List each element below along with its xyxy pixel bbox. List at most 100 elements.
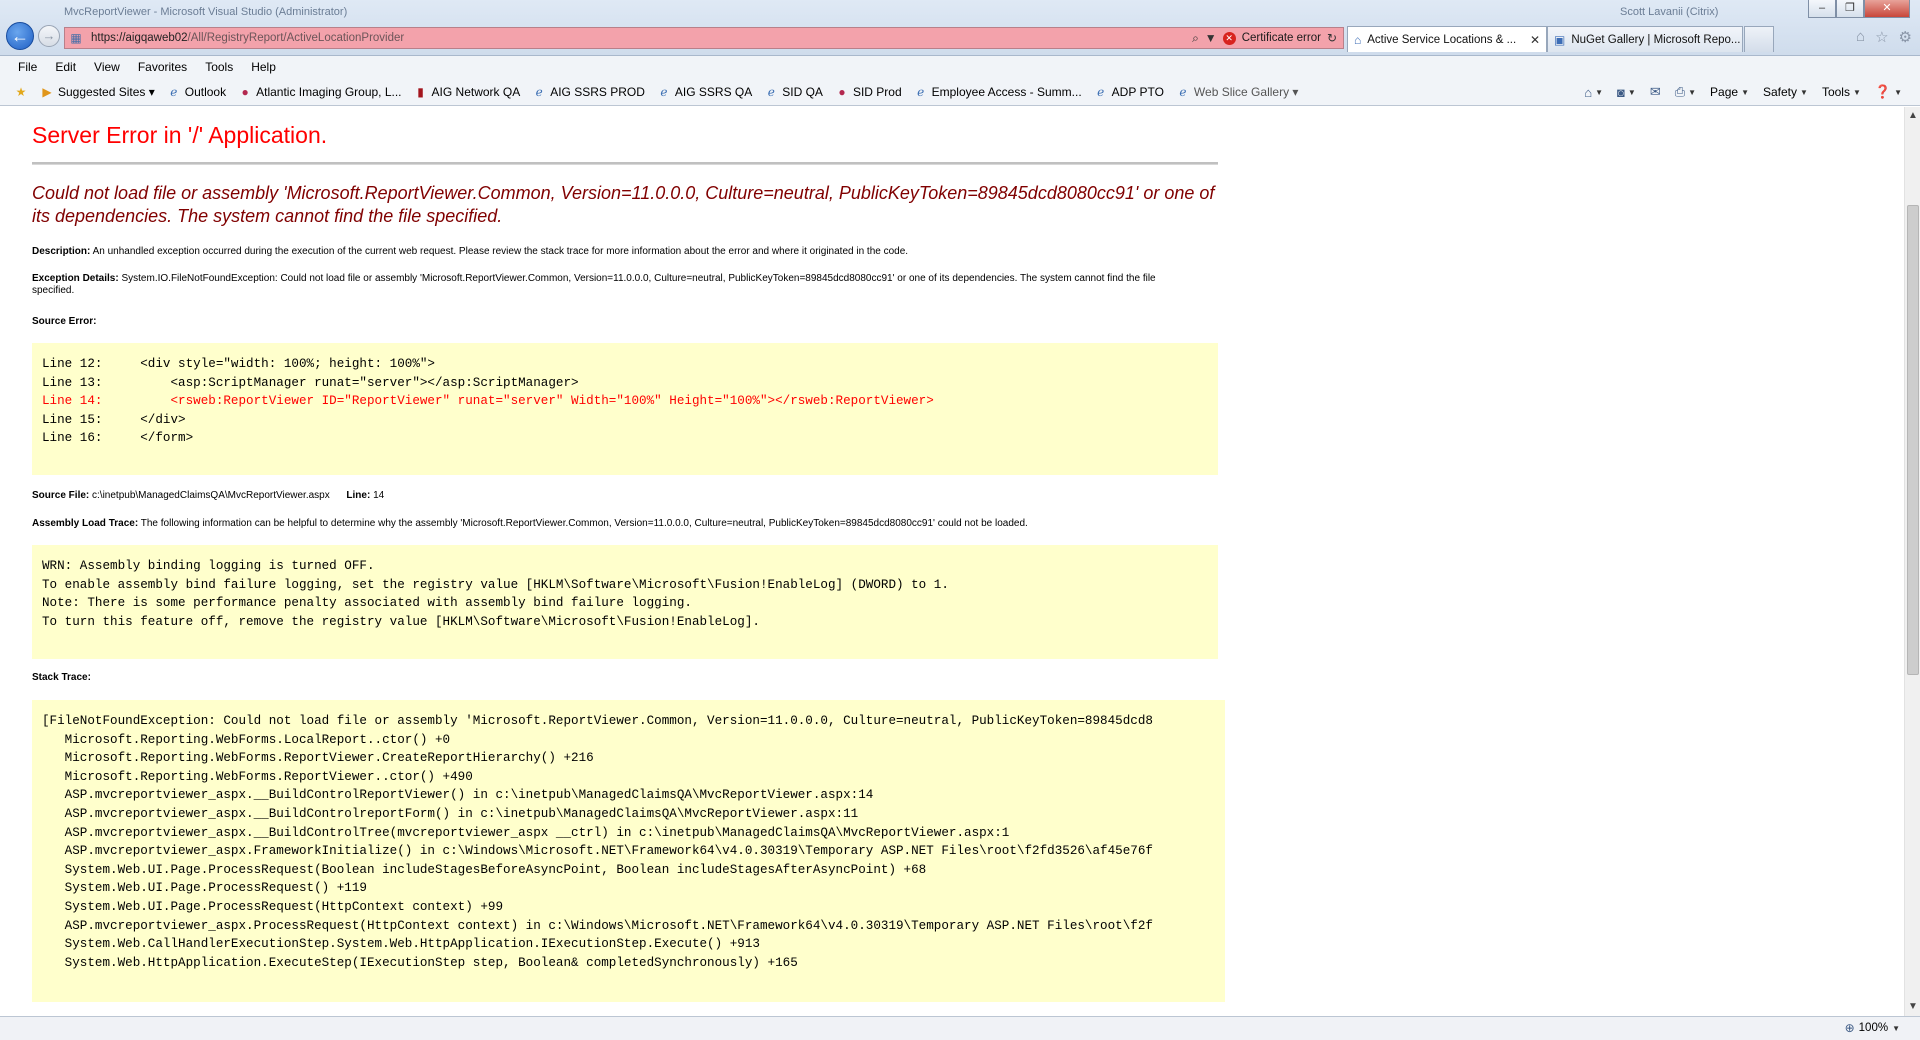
fav-employee-access[interactable]: ℯ Employee Access - Summ...: [914, 85, 1082, 99]
menu-help[interactable]: Help: [251, 60, 276, 74]
safety-menu-button[interactable]: Safety ▼: [1763, 85, 1808, 99]
new-tab-button[interactable]: [1744, 26, 1774, 52]
fav-sid-qa[interactable]: ℯ SID QA: [764, 85, 823, 99]
menu-tools[interactable]: Tools: [205, 60, 233, 74]
exception-text: System.IO.FileNotFoundException: Could n…: [32, 273, 1156, 296]
certificate-error-label[interactable]: Certificate error: [1242, 32, 1321, 44]
mail-button[interactable]: ✉: [1650, 84, 1661, 100]
stack-line: System.Web.UI.Page.ProcessRequest() +119: [42, 881, 367, 896]
assembly-trace-code: WRN: Assembly binding logging is turned …: [42, 557, 1208, 631]
scroll-down-arrow-icon[interactable]: ▼: [1905, 998, 1920, 1016]
arrow-left-icon: ←: [11, 26, 29, 46]
stack-line: System.Web.CallHandlerExecutionStep.Syst…: [42, 937, 760, 952]
title-divider: [32, 162, 1218, 165]
stack-line: System.Web.UI.Page.ProcessRequest(HttpCo…: [42, 899, 504, 914]
vertical-scrollbar[interactable]: ▲ ▼: [1904, 107, 1920, 1016]
stack-trace-box: [FileNotFoundException: Could not load f…: [32, 700, 1225, 1002]
zoom-level: 100%: [1858, 1022, 1889, 1034]
scroll-thumb[interactable]: [1907, 205, 1919, 675]
source-file-path: c:\inetpub\ManagedClaimsQA\MvcReportView…: [92, 490, 330, 501]
fav-aig-ssrs-prod[interactable]: ℯ AIG SSRS PROD: [532, 85, 645, 99]
certificate-error-icon[interactable]: ✕: [1222, 31, 1236, 45]
fav-aig-ssrs-qa[interactable]: ℯ AIG SSRS QA: [657, 85, 752, 99]
close-window-button[interactable]: ✕: [1864, 0, 1910, 18]
source-line: Line 16: </form>: [42, 431, 194, 446]
menu-edit[interactable]: Edit: [55, 60, 76, 74]
menu-file[interactable]: File: [18, 60, 37, 74]
stack-line: ASP.mvcreportviewer_aspx.__BuildControlR…: [42, 788, 874, 803]
address-url[interactable]: https://aigqaweb02/All/RegistryReport/Ac…: [91, 32, 404, 44]
suggested-sites-icon: ▶: [42, 84, 52, 99]
exception-label: Exception Details:: [32, 273, 119, 284]
stack-line: Microsoft.Reporting.WebForms.ReportViewe…: [42, 769, 473, 784]
source-file-paragraph: Source File: c:\inetpub\ManagedClaimsQA\…: [32, 490, 1192, 502]
stack-line: ASP.mvcreportviewer_aspx.__BuildControlT…: [42, 825, 1010, 840]
window-user: Scott Lavanii (Citrix): [1620, 6, 1719, 18]
arrow-right-icon: →: [42, 28, 56, 43]
bookmark-icon: ▮: [417, 84, 424, 99]
help-menu-button[interactable]: ❓ ▼: [1875, 84, 1902, 100]
rss-icon: ◙: [1617, 84, 1625, 100]
exception-paragraph: Exception Details: System.IO.FileNotFoun…: [32, 273, 1192, 297]
menu-view[interactable]: View: [94, 60, 120, 74]
tab-label: NuGet Gallery | Microsoft Repo...: [1571, 33, 1741, 46]
star-icon[interactable]: ☆: [1875, 28, 1888, 46]
home-button[interactable]: ⌂ ▼: [1584, 85, 1603, 100]
close-icon[interactable]: ✕: [1530, 33, 1540, 47]
zoom-control[interactable]: ⊕ 100% ▼: [1845, 1021, 1900, 1035]
source-file-label: Source File:: [32, 490, 90, 501]
source-line-highlighted: Line 14: <rsweb:ReportViewer ID="ReportV…: [42, 394, 934, 409]
stack-line: ASP.mvcreportviewer_aspx.FrameworkInitia…: [42, 844, 1153, 859]
source-line: Line 15: </div>: [42, 412, 186, 427]
tab-label: Active Service Locations & ...: [1367, 33, 1517, 46]
fav-sid-prod[interactable]: ● SID Prod: [835, 84, 901, 99]
print-button[interactable]: ⎙ ▼: [1675, 84, 1696, 100]
refresh-icon[interactable]: ↻: [1327, 31, 1337, 45]
page-menu-button[interactable]: Page ▼: [1710, 85, 1749, 99]
chevron-down-icon[interactable]: ▼: [1205, 31, 1217, 45]
address-bar[interactable]: ▦ https://aigqaweb02/All/RegistryReport/…: [64, 27, 1344, 49]
gear-icon[interactable]: ⚙: [1899, 28, 1912, 46]
command-bar: ⌂ ▼ ◙ ▼ ✉ ⎙ ▼ Page ▼ Safety ▼ Tools ▼ ❓ ▼: [1584, 78, 1902, 106]
trace-line: To enable assembly bind failure logging,…: [42, 577, 949, 592]
chevron-down-icon: ▼: [1741, 87, 1749, 97]
search-icon[interactable]: ⌕: [1192, 31, 1199, 46]
tools-menu-button[interactable]: Tools ▼: [1822, 85, 1861, 99]
stack-line: ASP.mvcreportviewer_aspx.__BuildControlr…: [42, 806, 859, 821]
description-paragraph: Description: An unhandled exception occu…: [32, 246, 1192, 258]
description-label: Description:: [32, 246, 91, 257]
source-code: Line 12: <div style="width: 100%; height…: [42, 355, 1208, 448]
fav-adp-pto[interactable]: ℯ ADP PTO: [1094, 85, 1164, 99]
menu-favorites[interactable]: Favorites: [138, 60, 187, 74]
minimize-button[interactable]: –: [1808, 0, 1836, 18]
tab-active-service-locations[interactable]: ⌂ Active Service Locations & ... ✕: [1347, 26, 1547, 52]
chevron-down-icon: ▼: [1595, 87, 1604, 97]
source-error-box: Line 12: <div style="width: 100%; height…: [32, 343, 1218, 475]
scroll-up-arrow-icon[interactable]: ▲: [1905, 107, 1920, 125]
globe-icon: ●: [838, 84, 846, 99]
favorites-star[interactable]: ★: [14, 85, 28, 99]
fav-web-slice-gallery[interactable]: ℯ Web Slice Gallery ▾: [1176, 85, 1298, 99]
fav-atlantic-imaging[interactable]: ● Atlantic Imaging Group, L...: [238, 85, 401, 99]
restore-button[interactable]: ❐: [1836, 0, 1864, 18]
help-icon: ❓: [1874, 84, 1892, 99]
back-button[interactable]: ←: [6, 22, 34, 50]
menu-bar: File Edit View Favorites Tools Help: [0, 56, 1920, 78]
fav-outlook[interactable]: ℯ Outlook: [167, 85, 226, 99]
chevron-down-icon: ▼: [1852, 87, 1861, 97]
fav-aig-network-qa[interactable]: ▮ AIG Network QA: [414, 84, 520, 99]
feeds-button[interactable]: ◙ ▼: [1617, 85, 1636, 100]
home-icon[interactable]: ⌂: [1856, 28, 1865, 46]
page-icon: ▦: [70, 31, 82, 45]
status-bar: ⊕ 100% ▼: [0, 1016, 1920, 1040]
zoom-icon: ⊕: [1844, 1021, 1855, 1035]
mail-icon: ✉: [1649, 84, 1661, 99]
stack-line: ASP.mvcreportviewer_aspx.ProcessRequest(…: [42, 918, 1153, 933]
fav-suggested-sites[interactable]: ▶ Suggested Sites ▾: [40, 84, 154, 99]
chevron-down-icon: ▼: [1627, 87, 1636, 97]
forward-button[interactable]: →: [38, 25, 60, 47]
stack-line: System.Web.UI.Page.ProcessRequest(Boolea…: [42, 862, 927, 877]
favorites-bar: ★ ▶ Suggested Sites ▾ ℯ Outlook ● Atlantic …: [0, 78, 1920, 106]
tab-nuget-gallery[interactable]: ▣ NuGet Gallery | Microsoft Repo...: [1547, 26, 1743, 52]
page-content: Server Error in '/' Application. Could n…: [0, 107, 1904, 1016]
